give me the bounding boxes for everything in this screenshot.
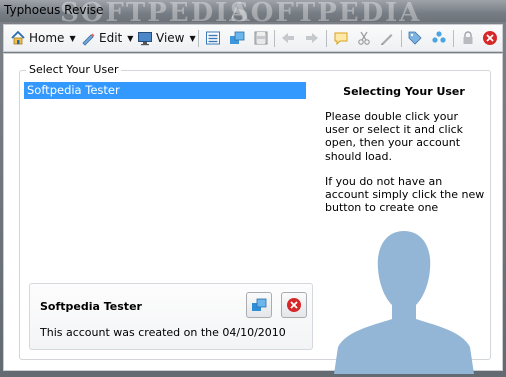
chevron-down-icon: ▼ [189,33,196,43]
list-item[interactable]: Softpedia Tester [24,82,306,99]
account-name: Softpedia Tester [40,300,142,313]
view-label: View [156,31,185,45]
toolbar: Home ▼ Edit ▼ View ▼ [3,24,503,52]
chevron-down-icon: ▼ [69,33,76,43]
user-list[interactable]: Softpedia Tester [24,82,306,242]
chevron-down-icon: ▼ [127,33,134,43]
view-menu[interactable]: View ▼ [137,29,196,47]
open-icon [252,298,267,311]
toolbar-separator [198,30,199,47]
edit-icon [82,33,95,46]
save-icon[interactable] [252,29,270,47]
lock-icon[interactable] [459,29,477,47]
info-text-instructions: Please double click your user or select … [325,110,464,163]
toolbar-separator [274,30,275,47]
edit-menu[interactable]: Edit ▼ [80,29,133,47]
group-icon[interactable] [430,29,448,47]
back-icon[interactable] [279,29,297,47]
delete-account-button[interactable] [281,292,307,318]
window-title: Typhoeus Revise [4,3,104,17]
user-silhouette-icon [334,231,474,374]
home-label: Home [29,31,65,45]
toolbar-separator [401,30,402,47]
main-panel: Select Your User Softpedia Tester Select… [3,53,503,374]
pen-icon[interactable] [378,29,396,47]
toolbar-separator [453,30,454,47]
edit-label: Edit [99,31,123,45]
group-label: Select Your User [26,63,122,76]
forward-icon[interactable] [303,29,321,47]
close-icon [287,298,301,312]
monitor-icon [138,32,152,46]
home-icon [11,30,25,45]
open-account-button[interactable] [246,292,272,318]
info-title: Selecting Your User [343,85,465,98]
list-icon[interactable] [204,29,222,47]
open-icon[interactable] [228,29,246,47]
title-bar[interactable]: SOFTPEDIA SOFTPEDIA Typhoeus Revise [0,0,506,28]
info-text-new-account: If you do not have an account simply cli… [325,175,485,215]
home-menu[interactable]: Home ▼ [10,29,76,47]
tag-icon[interactable] [406,29,424,47]
account-detail-card: Softpedia Tester This account was create… [29,283,313,350]
comment-icon[interactable] [332,29,350,47]
account-created-text: This account was created on the 04/10/20… [40,326,286,339]
toolbar-separator [326,30,327,47]
close-icon[interactable] [481,29,499,47]
cut-icon[interactable] [355,29,373,47]
